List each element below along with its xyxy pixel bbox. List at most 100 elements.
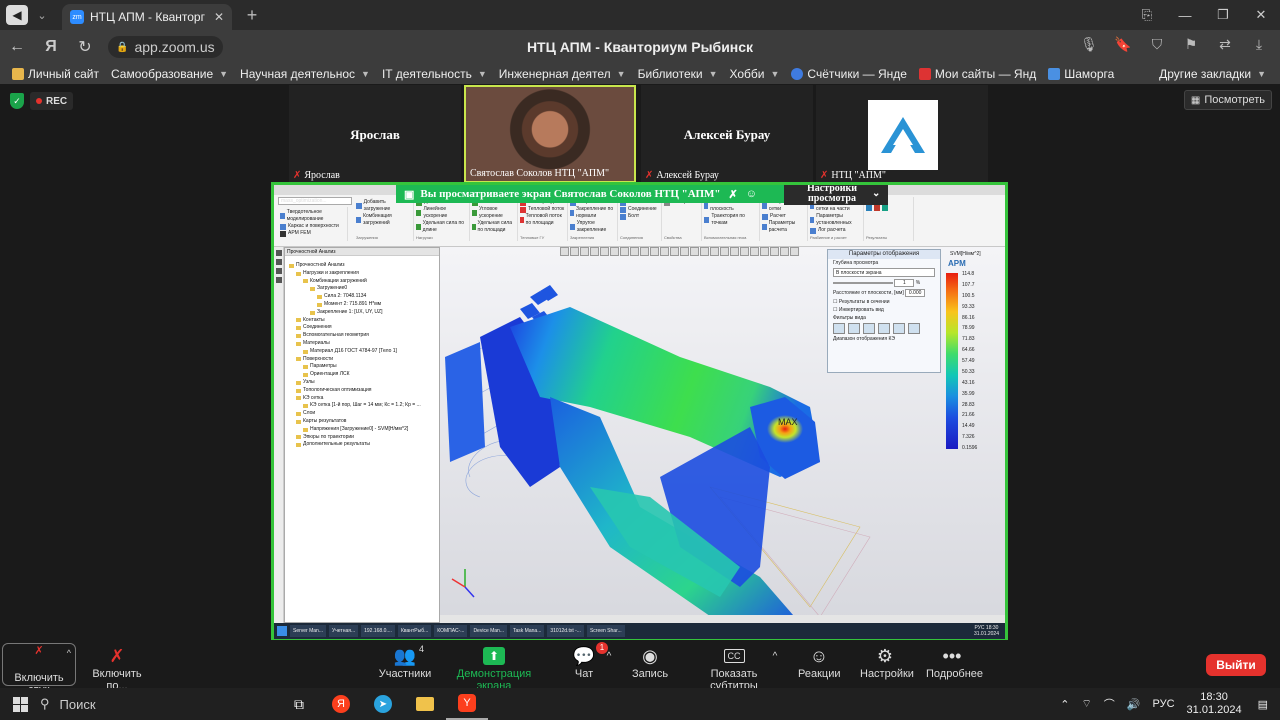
network-icon[interactable]: ⌔ (1081, 697, 1091, 711)
shared-taskbar-item[interactable]: Server Man... (290, 625, 327, 637)
tool-icon[interactable] (275, 268, 282, 274)
captions-button[interactable]: CC Показать субтитры (690, 644, 778, 692)
other-bookmarks[interactable]: Другие закладки ▼ (1159, 64, 1266, 84)
tree-item[interactable]: Закрепление 1: [UX, UY, UZ] (285, 309, 439, 317)
tree-item[interactable]: Параметры (285, 363, 439, 371)
shared-taskbar-item[interactable]: Device Man... (470, 625, 508, 637)
tree-item[interactable]: Соединения (285, 324, 439, 332)
document-tab[interactable]: mass_optimization... (278, 197, 352, 205)
bookmark-item[interactable]: Шаморга (1048, 67, 1114, 81)
tree-item[interactable]: Прочностной Анализ (285, 262, 439, 270)
ribbon-item[interactable]: Тепловой поток (520, 206, 565, 213)
notifications-icon[interactable]: ▤ (1258, 698, 1268, 711)
participant-tile[interactable]: Алексей Бурау ✗ Алексей Бурау (641, 85, 813, 183)
tree-item[interactable]: Эпюры по траектории (285, 434, 439, 442)
participant-tile-active[interactable]: Святослав Соколов НТЦ "АПМ" (464, 85, 636, 183)
ribbon-item[interactable]: Удельная сила по длине (416, 220, 467, 234)
ribbon-item[interactable]: Комбинация загружений (356, 213, 411, 227)
settings-button[interactable]: ⚙ Настройки (860, 644, 914, 681)
volume-icon[interactable]: 🔊 (1127, 698, 1141, 711)
captions-options-chevron[interactable]: ^ (768, 644, 782, 668)
shared-taskbar-item[interactable]: Учетная... (329, 625, 359, 637)
new-tab-button[interactable]: + (242, 5, 262, 26)
reload-icon[interactable]: ↻ (68, 37, 102, 57)
bookmark-folder[interactable]: Инженерная деятел ▼ (499, 67, 626, 81)
filter-icon[interactable] (848, 323, 860, 334)
browser-tab[interactable]: zm НТЦ АПМ - Кванторг ✕ (62, 4, 232, 30)
tree-item[interactable]: Материал Д16 ГОСТ 4784-97 [Тело 1] (285, 348, 439, 356)
bookmark-folder[interactable]: Хобби ▼ (730, 67, 780, 81)
depth-mode-select[interactable]: В плоскости экрана (833, 268, 935, 277)
wifi-icon[interactable]: ⌒ (1104, 696, 1115, 712)
clock[interactable]: 18:30 31.01.2024 (1187, 691, 1242, 717)
protect-icon[interactable]: ⛉ (1142, 36, 1172, 53)
ribbon-item[interactable]: Удельная сила по площади (472, 220, 515, 234)
filter-icon[interactable] (893, 323, 905, 334)
tool-icon[interactable] (275, 277, 282, 283)
leave-meeting-button[interactable]: Выйти (1206, 654, 1266, 676)
view-options-menu[interactable]: Настройки просмотра ⌄ (784, 185, 888, 205)
ribbon-item[interactable]: Каркас и поверхности (280, 223, 345, 230)
ribbon-item[interactable]: APM FEM (280, 230, 345, 237)
ribbon-item[interactable]: Закрепление по нормали (570, 206, 615, 220)
ribbon-item[interactable]: Параметры установленных (810, 213, 861, 227)
view-button[interactable]: ▦ Посмотреть (1183, 90, 1272, 110)
telegram-icon[interactable]: ➤ (362, 688, 404, 720)
tree-item[interactable]: Комбинации загружений (285, 278, 439, 286)
shared-taskbar-item[interactable]: КОМПАС-... (434, 625, 468, 637)
shared-taskbar-item[interactable]: 31012d.txt -... (547, 625, 584, 637)
share-screen-button[interactable]: ⬆ Демонстрация экрана (446, 644, 542, 692)
tree-item[interactable]: Ориентация ЛСК (285, 371, 439, 379)
3d-viewport[interactable]: MAX Параметры отображения Глубина просмо… (440, 247, 1005, 623)
ribbon-item[interactable]: Расчет (762, 213, 805, 220)
chevron-down-icon[interactable]: ⌄ (32, 5, 52, 25)
restore-icon[interactable]: ❐ (1204, 7, 1242, 23)
back-icon[interactable]: ← (0, 38, 34, 56)
ribbon-item[interactable]: Соединение (620, 206, 659, 213)
bookmark-folder[interactable]: Научная деятельнос ▼ (240, 67, 370, 81)
filter-icon[interactable] (863, 323, 875, 334)
tree-item[interactable]: Топологическая оптимизация (285, 387, 439, 395)
tab-close-icon[interactable]: ✕ (214, 10, 224, 24)
tree-item[interactable]: Нагрузки и закрепления (285, 270, 439, 278)
translate-icon[interactable]: ⇄ (1210, 36, 1240, 53)
tree-item[interactable]: Контакты (285, 317, 439, 325)
ribbon-item[interactable]: Траектория по точкам (704, 213, 757, 227)
taskbar-search[interactable]: ⚲ Поиск (40, 696, 250, 712)
participants-button[interactable]: 👥 4 Участники (378, 644, 432, 680)
chevron-up-icon[interactable]: ⌃ (1060, 698, 1069, 711)
invert-checkbox[interactable]: ☐ Инвертировать вид (828, 306, 940, 314)
shared-screen[interactable]: ▣ Вы просматриваете экран Святослав Соко… (271, 182, 1008, 642)
tool-icon[interactable] (275, 250, 282, 256)
tool-icon[interactable] (275, 259, 282, 265)
ribbon-item[interactable]: Тепловой поток по площади (520, 213, 565, 227)
tree-item[interactable]: Поверхности (285, 356, 439, 364)
more-button[interactable]: ••• Подробнее (926, 644, 983, 681)
shared-taskbar-item[interactable]: 192.168.0.... (361, 625, 395, 637)
unmute-button[interactable]: ✗^ Включить звук (2, 643, 76, 696)
ribbon-item[interactable]: Твердотельное моделирование (280, 209, 345, 223)
ribbon-item[interactable] (866, 205, 911, 211)
tree-item[interactable]: Вспомогательная геометрия (285, 332, 439, 340)
yandex-browser-icon[interactable]: Я (320, 688, 362, 720)
section-checkbox[interactable]: ☐ Результаты в сечении (828, 298, 940, 306)
chat-button[interactable]: 💬 1 Чат (568, 642, 608, 680)
bookmark-item[interactable]: Счётчики — Янде (791, 67, 907, 81)
minimize-icon[interactable]: — (1166, 8, 1204, 23)
tree-item[interactable]: Дополнительные результаты (285, 441, 439, 449)
bookmark-item[interactable]: Личный сайт (12, 67, 99, 81)
ribbon-item[interactable]: Упругое закрепление (570, 220, 615, 234)
windows-start-icon[interactable] (277, 626, 287, 636)
download-icon[interactable]: ⤓ (1244, 36, 1274, 53)
task-view-icon[interactable]: ⧉ (278, 688, 320, 720)
depth-value[interactable]: 1 (894, 279, 915, 287)
display-params-panel[interactable]: Параметры отображения Глубина просмотра … (827, 249, 941, 373)
tree-item[interactable]: Сила 2: 7048.1134 (285, 293, 439, 301)
tree-item[interactable]: Материалы (285, 340, 439, 348)
participant-tile[interactable]: Ярослав ✗ Ярослав (289, 85, 461, 183)
tree-item[interactable]: Момент 2: 715.891 Н*мм (285, 301, 439, 309)
speaker-icon[interactable]: ◀ (6, 5, 28, 25)
ribbon-item[interactable]: Линейное ускорение (416, 206, 467, 220)
ribbon-item[interactable]: Лог расчета (810, 227, 861, 234)
filter-icon[interactable] (878, 323, 890, 334)
